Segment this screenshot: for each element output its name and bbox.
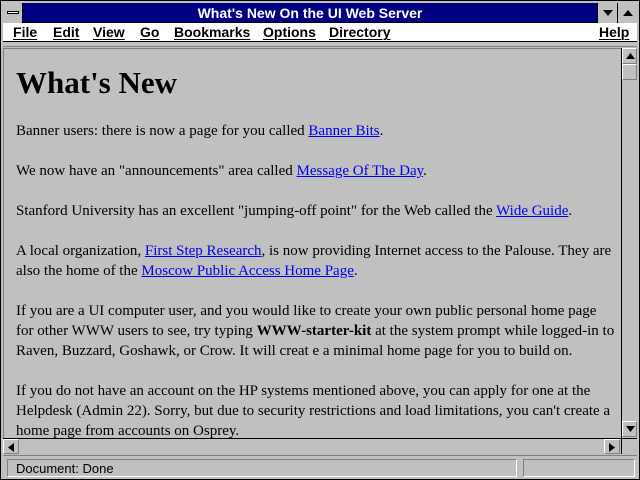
paragraph-announcements: We now have an "announcements" area call… — [16, 163, 427, 179]
status-text: Document: Done — [7, 459, 517, 477]
status-bar: Document: Done — [3, 455, 637, 479]
paragraph-stanford: Stanford University has an excellent "ju… — [16, 203, 573, 219]
paragraph-first-step: A local organization, First Step Researc… — [16, 243, 612, 279]
menu-bar: File Edit View Go Bookmarks Options Dire… — [3, 23, 637, 42]
starter-kit-command: WWW-starter-kit — [256, 323, 372, 339]
menu-options[interactable]: Options — [263, 24, 316, 41]
menu-file[interactable]: File — [13, 24, 37, 41]
link-first-step-research[interactable]: First Step Research — [145, 243, 262, 259]
menu-bookmarks[interactable]: Bookmarks — [174, 24, 250, 41]
menu-view[interactable]: View — [93, 24, 125, 41]
link-moscow-public-access[interactable]: Moscow Public Access Home Page — [141, 263, 353, 279]
scroll-down-icon[interactable] — [622, 421, 637, 437]
scroll-left-icon[interactable] — [3, 439, 19, 454]
browser-window: What's New On the UI Web Server File Edi… — [0, 0, 640, 480]
document-content: What's New Banner users: there is now a … — [16, 65, 616, 438]
document-view[interactable]: What's New Banner users: there is now a … — [3, 48, 621, 438]
title-bar[interactable]: What's New On the UI Web Server — [3, 3, 637, 23]
system-menu-icon[interactable] — [3, 3, 23, 23]
link-banner-bits[interactable]: Banner Bits — [308, 123, 379, 139]
link-message-of-the-day[interactable]: Message Of The Day — [297, 163, 424, 179]
scrollbar-corner — [621, 438, 637, 454]
maximize-icon[interactable] — [617, 3, 637, 23]
menu-help[interactable]: Help — [599, 24, 629, 41]
scroll-up-icon[interactable] — [622, 48, 637, 64]
menu-edit[interactable]: Edit — [53, 24, 79, 41]
toolbar-strip — [3, 43, 637, 47]
link-wide-guide[interactable]: Wide Guide — [496, 203, 568, 219]
horizontal-scrollbar[interactable] — [3, 438, 621, 454]
paragraph-starter-kit: If you are a UI computer user, and you w… — [16, 303, 615, 359]
menu-go[interactable]: Go — [140, 24, 159, 41]
minimize-icon[interactable] — [597, 3, 617, 23]
page-title: What's New — [16, 65, 178, 100]
progress-indicator — [523, 459, 635, 477]
vertical-scroll-thumb[interactable] — [622, 64, 637, 80]
paragraph-banner: Banner users: there is now a page for yo… — [16, 123, 384, 139]
scroll-right-icon[interactable] — [604, 439, 620, 454]
paragraph-helpdesk: If you do not have an account on the HP … — [16, 383, 611, 438]
window-title: What's New On the UI Web Server — [197, 5, 423, 21]
menu-directory[interactable]: Directory — [329, 24, 390, 41]
vertical-scrollbar[interactable] — [621, 48, 637, 438]
